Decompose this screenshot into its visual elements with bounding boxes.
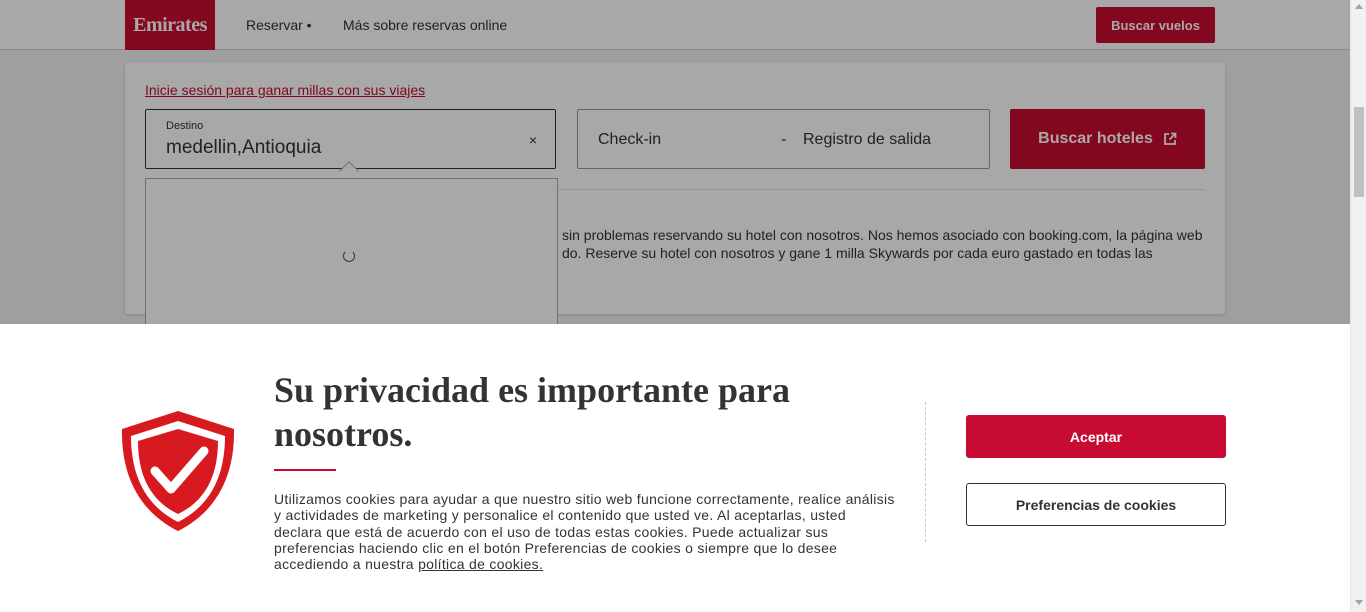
cookie-body-text: Utilizamos cookies para ayudar a que nue…	[274, 491, 895, 573]
scroll-up-arrow-icon[interactable]	[1355, 4, 1363, 9]
shield-check-icon	[121, 411, 235, 531]
cookie-policy-link[interactable]: política de cookies.	[418, 556, 543, 572]
cookie-body: Utilizamos cookies para ayudar a que nue…	[274, 491, 896, 572]
scroll-thumb[interactable]	[1354, 107, 1364, 197]
cookie-banner: Su privacidad es importante para nosotro…	[0, 324, 1350, 612]
scrollbar[interactable]	[1350, 0, 1366, 612]
accept-cookies-button[interactable]: Aceptar	[966, 415, 1226, 458]
cookie-title: Su privacidad es importante para nosotro…	[274, 370, 791, 454]
scroll-down-arrow-icon[interactable]	[1355, 600, 1363, 605]
vertical-divider	[925, 402, 926, 542]
cookie-preferences-button[interactable]: Preferencias de cookies	[966, 483, 1226, 526]
title-accent-line	[274, 469, 336, 471]
modal-overlay	[0, 0, 1350, 324]
